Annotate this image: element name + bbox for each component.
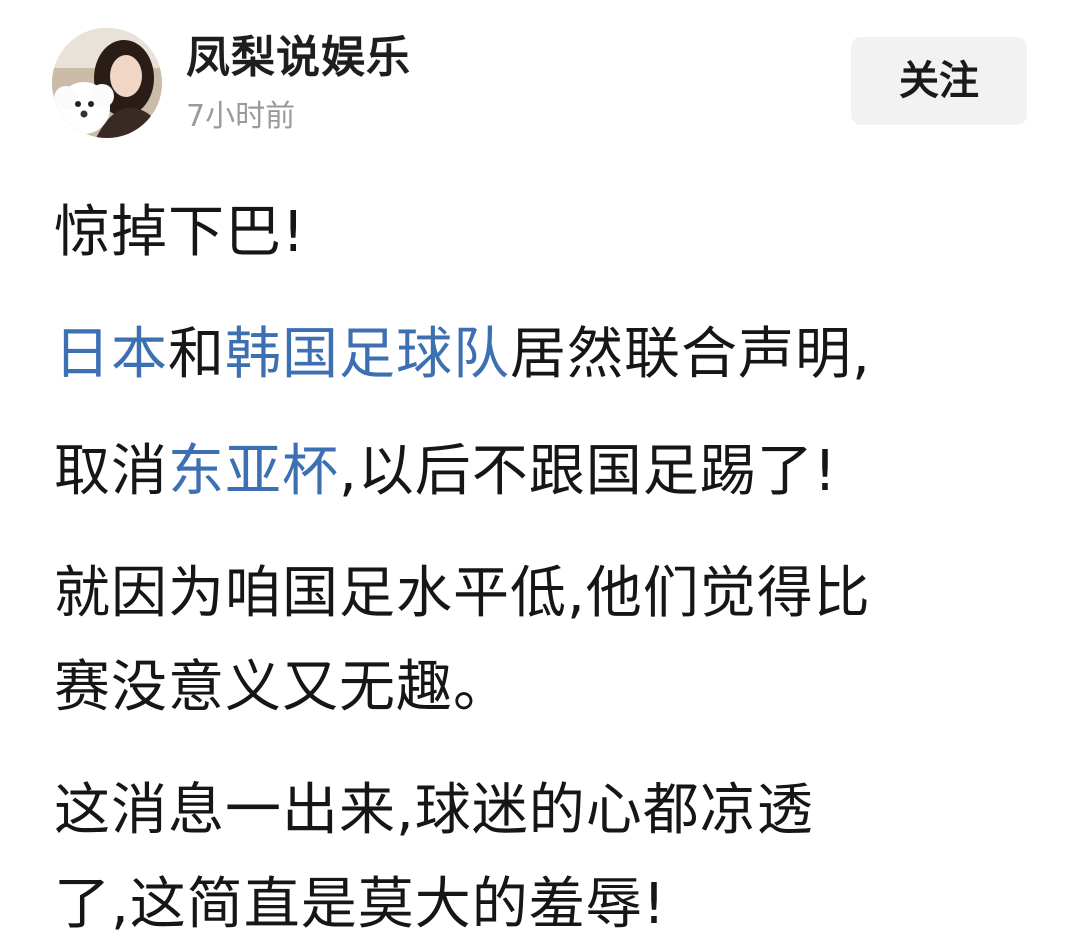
text-cancel: 取消: [54, 439, 168, 504]
post-paragraph-4-line-1: 就因为咱国足水平低,他们觉得比: [54, 561, 871, 626]
post-paragraph-5-line-1: 这消息一出来,球迷的心都凉透: [54, 778, 814, 843]
topic-link-korea-football-team[interactable]: 韩国足球队: [225, 322, 510, 387]
text-and: 和: [168, 322, 225, 387]
avatar[interactable]: [52, 28, 162, 138]
text-joint-statement: 居然联合声明,: [510, 322, 871, 387]
post-header: 凤梨说娱乐 7小时前 关注: [0, 0, 1080, 160]
text-no-more-games: ,以后不跟国足踢了!: [339, 439, 838, 504]
post-paragraph-2: 日本和韩国足球队居然联合声明,: [54, 308, 871, 402]
topic-link-eaff-cup[interactable]: 东亚杯: [168, 439, 339, 504]
post-paragraph-headline: 惊掉下巴!: [54, 200, 306, 265]
post-timestamp: 7小时前: [186, 99, 296, 134]
post-paragraph-3: 取消东亚杯,以后不跟国足踢了!: [54, 425, 837, 519]
avatar-image: [52, 28, 162, 138]
post-paragraph-5-line-2: 了,这简直是莫大的羞辱!: [54, 872, 667, 937]
topic-link-japan[interactable]: 日本: [54, 322, 168, 387]
post-paragraph-4-line-2: 赛没意义又无趣。: [54, 655, 510, 720]
author-name[interactable]: 凤梨说娱乐: [186, 30, 411, 86]
follow-button[interactable]: 关注: [851, 37, 1027, 125]
